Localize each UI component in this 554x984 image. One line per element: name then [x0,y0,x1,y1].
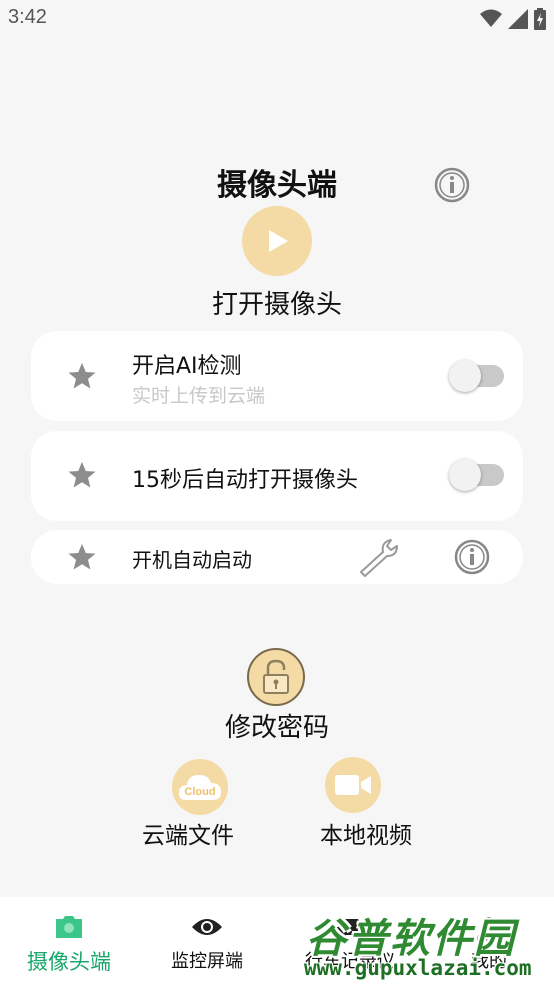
ai-detect-title: 开启AI检测 [132,354,242,379]
info-icon[interactable] [453,538,491,576]
play-icon [269,230,288,252]
camera-icon [56,916,82,938]
bottom-tab-bar: 摄像头端 监控屏端 行车记录仪 我的 [0,897,554,984]
wifi-icon [480,9,502,27]
open-camera-button[interactable] [242,206,312,276]
tab-camera[interactable]: 摄像头端 [0,897,138,984]
ai-detect-toggle[interactable] [449,360,504,392]
boot-start-title: 开机自动启动 [132,548,252,572]
auto-open-title: 15秒后自动打开摄像头 [132,468,358,493]
eye-icon [192,919,222,935]
video-camera-icon [335,775,371,795]
signal-icon [508,9,528,29]
change-password-label: 修改密码 [224,713,329,743]
battery-charging-icon [534,8,546,30]
change-password-button[interactable] [247,648,305,706]
auto-open-toggle[interactable] [449,459,504,491]
tab-label: 我的 [471,951,507,972]
tab-label: 行车记录仪 [305,951,395,972]
cloud-files-button[interactable]: Cloud [172,759,228,815]
ai-detect-card: 开启AI检测 实时上传到云端 [31,331,523,421]
unlock-icon [263,659,289,694]
status-time: 3:42 [8,6,47,28]
local-video-label: 本地视频 [320,823,412,849]
boot-start-card: 开机自动启动 [31,530,523,584]
car-icon [336,919,364,938]
toggle-knob [449,360,481,392]
status-bar: 3:42 [0,0,554,38]
cloud-files-label: 云端文件 [142,823,234,849]
open-camera-label: 打开摄像头 [211,290,342,320]
user-icon [477,917,501,941]
cloud-icon: Cloud [178,775,221,800]
star-icon [68,461,96,488]
tab-label: 摄像头端 [27,950,111,974]
auto-open-card: 15秒后自动打开摄像头 [31,431,523,521]
tab-mine[interactable]: 我的 [424,897,554,984]
local-video-button[interactable] [325,757,381,813]
status-icons [480,8,546,30]
cloud-icon-text: Cloud [184,786,215,798]
ai-detect-subtitle: 实时上传到云端 [132,385,266,407]
info-icon[interactable] [433,166,471,204]
toggle-knob [449,459,481,491]
star-icon [68,543,96,570]
wrench-icon[interactable] [357,536,403,578]
tab-dashcam[interactable]: 行车记录仪 [276,897,424,984]
tab-monitor[interactable]: 监控屏端 [138,897,276,984]
tab-label: 监控屏端 [171,951,243,972]
star-icon [68,362,96,389]
